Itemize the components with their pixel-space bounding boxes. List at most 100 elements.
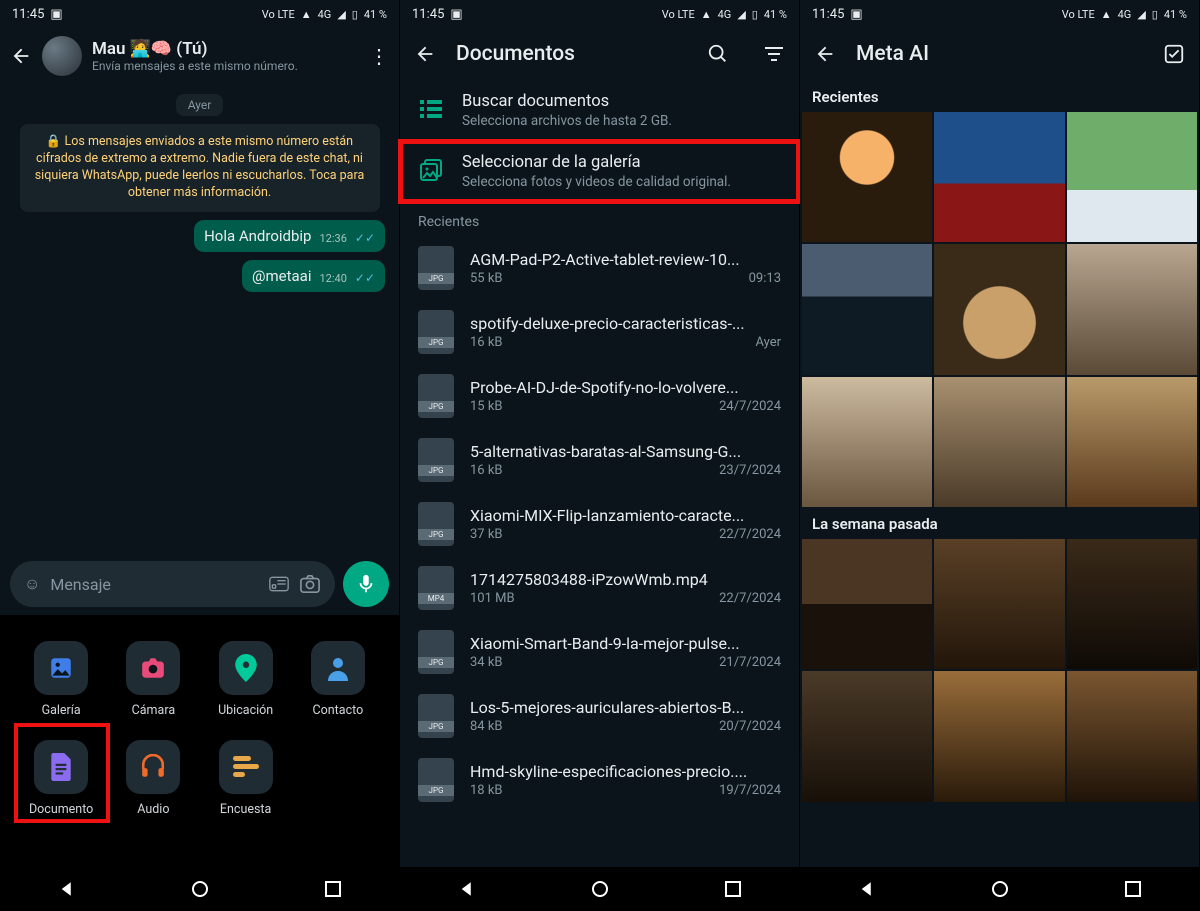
option-sub: Selecciona fotos y videos de calidad ori…: [462, 174, 731, 190]
file-row[interactable]: Los-5-mejores-auriculares-abiertos-B...8…: [400, 684, 799, 748]
file-type-icon: [418, 566, 454, 610]
screenshot-icon: ▣: [850, 7, 862, 22]
emoji-icon[interactable]: ☺: [24, 574, 40, 594]
message-time: 12:40: [319, 272, 346, 285]
file-row[interactable]: Xiaomi-Smart-Band-9-la-mejor-pulse...34 …: [400, 620, 799, 684]
gallery-grid-lastweek: [800, 539, 1199, 802]
wifi-icon: ▲: [1101, 8, 1112, 21]
sticker-icon[interactable]: [269, 576, 289, 592]
nav-recent-icon[interactable]: [325, 881, 341, 897]
gallery-thumb[interactable]: [802, 377, 932, 507]
message-input[interactable]: ☺ Mensaje: [10, 561, 335, 607]
gallery-grid-recents: [800, 112, 1199, 507]
gallery-thumb[interactable]: [934, 377, 1064, 507]
wifi-icon: ▲: [701, 8, 712, 21]
attach-camera[interactable]: Cámara: [112, 641, 194, 718]
status-bar: 11:45 ▣ Vo LTE ▲ 4G ◢ ▯ 41 %: [0, 0, 399, 28]
gallery-thumb[interactable]: [934, 539, 1064, 669]
option-title: Seleccionar de la galería: [462, 153, 731, 172]
signal-icon: ◢: [337, 8, 345, 21]
gallery-thumb[interactable]: [802, 244, 932, 374]
file-size: 34 kB: [470, 655, 503, 670]
attach-gallery[interactable]: Galería: [20, 641, 102, 718]
file-size: 37 kB: [470, 527, 503, 542]
back-button[interactable]: [814, 43, 836, 65]
select-icon[interactable]: [1163, 43, 1185, 65]
attach-label: Cámara: [132, 703, 176, 718]
attach-audio[interactable]: Audio: [112, 740, 194, 817]
file-type-icon: [418, 502, 454, 546]
status-time: 11:45: [812, 7, 844, 22]
file-row[interactable]: Xiaomi-MIX-Flip-lanzamiento-caracte... 37…: [400, 492, 799, 556]
file-size: 101 MB: [470, 591, 515, 606]
metaai-header: Meta AI: [800, 28, 1199, 80]
attach-location[interactable]: Ubicación: [205, 641, 287, 718]
gallery-thumb[interactable]: [802, 539, 932, 669]
file-date: 22/7/2024: [719, 527, 781, 542]
file-list: AGM-Pad-P2-Active-tablet-review-10...55 …: [400, 236, 799, 867]
gallery-thumb[interactable]: [934, 244, 1064, 374]
attach-contact[interactable]: Contacto: [297, 641, 379, 718]
message-time: 12:36: [319, 232, 346, 245]
gallery-thumb[interactable]: [934, 112, 1064, 242]
file-name: Hmd-skyline-especificaciones-precio....: [470, 762, 781, 781]
avatar[interactable]: [42, 36, 82, 76]
battery-icon: ▯: [752, 8, 758, 21]
option-sub: Selecciona archivos de hasta 2 GB.: [462, 113, 672, 129]
chat-title-block[interactable]: Mau 🧑‍💻🧠 (Tú) Envía mensajes a este mism…: [92, 39, 357, 73]
file-date: Ayer: [755, 335, 781, 350]
message-out[interactable]: @metaai 12:40 ✓✓: [242, 260, 385, 292]
encryption-notice[interactable]: 🔒 Los mensajes enviados a este mismo núm…: [20, 124, 380, 212]
file-date: 24/7/2024: [719, 399, 781, 414]
file-row[interactable]: 5-alternativas-baratas-al-Samsung-G...16…: [400, 428, 799, 492]
gallery-thumb[interactable]: [1067, 539, 1197, 669]
file-row[interactable]: Probe-AI-DJ-de-Spotify-no-lo-volvere...1…: [400, 364, 799, 428]
mic-button[interactable]: [343, 561, 389, 607]
nav-back-icon[interactable]: [58, 880, 76, 898]
status-time: 11:45: [412, 7, 444, 22]
gallery-thumb[interactable]: [1067, 377, 1197, 507]
nav-home-icon[interactable]: [192, 881, 208, 897]
attach-label: Documento: [29, 802, 93, 817]
nav-home-icon[interactable]: [592, 881, 608, 897]
attach-poll[interactable]: Encuesta: [205, 740, 287, 817]
attach-document[interactable]: Documento: [20, 740, 102, 817]
back-button[interactable]: [10, 45, 32, 67]
nav-home-icon[interactable]: [992, 881, 1008, 897]
gallery-thumb[interactable]: [1067, 244, 1197, 374]
gallery-thumb[interactable]: [1067, 112, 1197, 242]
file-row[interactable]: 1714275803488-iPzowWmb.mp4101 MB22/7/202…: [400, 556, 799, 620]
sort-icon[interactable]: [763, 45, 785, 63]
nav-back-icon[interactable]: [458, 880, 476, 898]
gallery-thumb[interactable]: [934, 671, 1064, 801]
status-bar: 11:45 ▣ Vo LTE ▲ 4G ◢ ▯ 41 %: [400, 0, 799, 28]
battery-icon: ▯: [1152, 8, 1158, 21]
camera-icon[interactable]: [299, 574, 321, 594]
nav-recent-icon[interactable]: [725, 881, 741, 897]
nav-back-icon[interactable]: [858, 880, 876, 898]
more-menu-button[interactable]: ⋮: [367, 44, 389, 68]
select-from-gallery-option[interactable]: Seleccionar de la galería Selecciona fot…: [400, 141, 799, 202]
file-type-icon: [418, 758, 454, 802]
file-type-icon: [418, 694, 454, 738]
attach-label: Galería: [42, 703, 81, 718]
file-row[interactable]: AGM-Pad-P2-Active-tablet-review-10...55 …: [400, 236, 799, 300]
file-name: Xiaomi-MIX-Flip-lanzamiento-caracte...: [470, 506, 781, 525]
file-type-icon: [418, 438, 454, 482]
back-button[interactable]: [414, 43, 436, 65]
file-date: 23/7/2024: [719, 463, 781, 478]
search-icon[interactable]: [707, 43, 729, 65]
browse-documents-option[interactable]: Buscar documentos Selecciona archivos de…: [400, 80, 799, 141]
lte-icon: Vo LTE: [662, 8, 695, 21]
read-ticks-icon: ✓✓: [355, 231, 375, 245]
nav-recent-icon[interactable]: [1125, 881, 1141, 897]
gallery-thumb[interactable]: [1067, 671, 1197, 801]
gallery-thumb[interactable]: [802, 112, 932, 242]
net-label: 4G: [718, 8, 732, 21]
file-row[interactable]: spotify-deluxe-precio-caracteristicas-..…: [400, 300, 799, 364]
lte-icon: Vo LTE: [262, 8, 295, 21]
gallery-thumb[interactable]: [802, 671, 932, 801]
file-row[interactable]: Hmd-skyline-especificaciones-precio....1…: [400, 748, 799, 812]
input-row: ☺ Mensaje: [0, 553, 399, 615]
message-out[interactable]: Hola Androidbip 12:36 ✓✓: [194, 220, 385, 252]
